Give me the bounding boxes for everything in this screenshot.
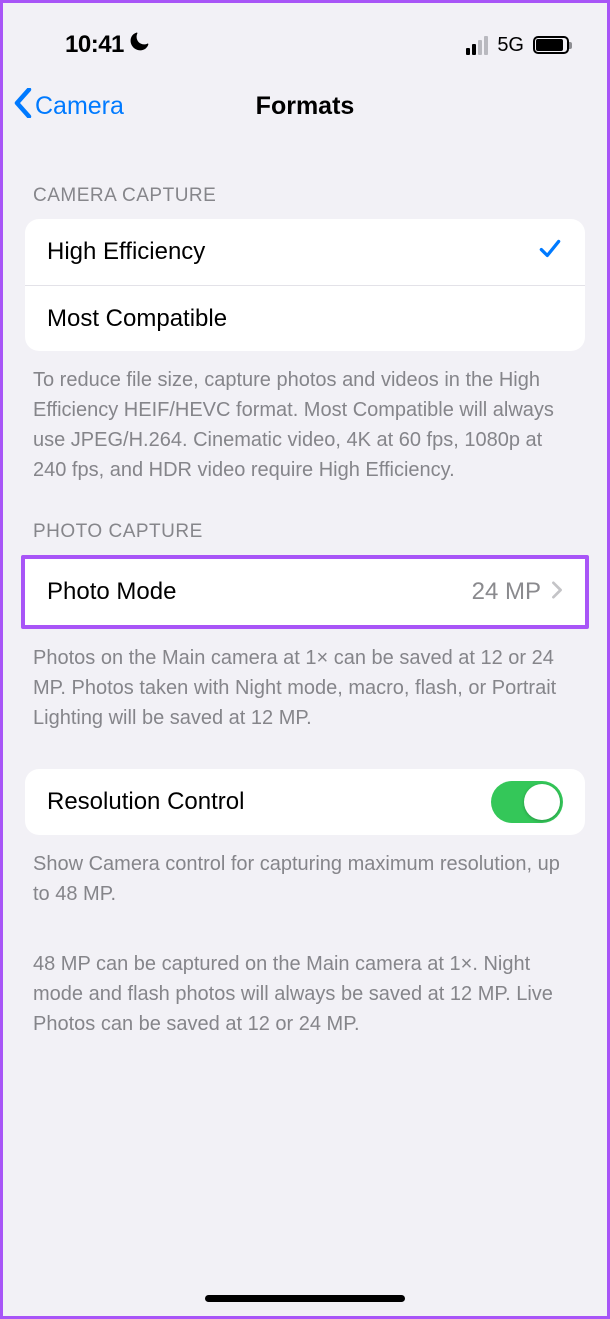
row-photo-mode[interactable]: Photo Mode 24 MP bbox=[25, 559, 585, 625]
photo-mode-label: Photo Mode bbox=[47, 578, 176, 606]
section-header-photo-capture: PHOTO CAPTURE bbox=[25, 485, 585, 555]
chevron-right-icon bbox=[551, 578, 563, 606]
option-label: High Efficiency bbox=[47, 238, 205, 266]
footer-resolution-2: 48 MP can be captured on the Main camera… bbox=[25, 935, 585, 1039]
settings-screen: 10:41 5G Camera Formats CAMERA CAPTURE H… bbox=[3, 3, 607, 1316]
footer-camera-capture: To reduce file size, capture photos and … bbox=[25, 351, 585, 485]
status-time: 10:41 bbox=[65, 31, 124, 59]
status-left: 10:41 bbox=[65, 31, 150, 59]
footer-photo-capture: Photos on the Main camera at 1× can be s… bbox=[25, 629, 585, 733]
group-photo-mode: Photo Mode 24 MP bbox=[25, 559, 585, 625]
option-label: Most Compatible bbox=[47, 305, 227, 333]
status-bar: 10:41 5G bbox=[3, 15, 607, 75]
nav-bar: Camera Formats bbox=[3, 75, 607, 137]
do-not-disturb-icon bbox=[130, 32, 150, 58]
status-right: 5G bbox=[466, 34, 569, 57]
footer-resolution-1: Show Camera control for capturing maximu… bbox=[25, 835, 585, 909]
annotation-highlight: Photo Mode 24 MP bbox=[21, 555, 589, 629]
row-resolution-control[interactable]: Resolution Control bbox=[25, 769, 585, 835]
section-header-camera-capture: CAMERA CAPTURE bbox=[25, 137, 585, 219]
photo-mode-value: 24 MP bbox=[472, 578, 541, 606]
cellular-signal-icon bbox=[466, 36, 488, 55]
resolution-control-label: Resolution Control bbox=[47, 788, 244, 816]
home-indicator[interactable] bbox=[205, 1295, 405, 1302]
toggle-knob bbox=[524, 784, 560, 820]
content: CAMERA CAPTURE High Efficiency Most Comp… bbox=[3, 137, 607, 1316]
option-high-efficiency[interactable]: High Efficiency bbox=[25, 219, 585, 285]
network-type: 5G bbox=[497, 34, 524, 57]
battery-icon bbox=[533, 36, 569, 54]
option-most-compatible[interactable]: Most Compatible bbox=[25, 285, 585, 351]
back-label: Camera bbox=[35, 92, 124, 121]
resolution-control-toggle[interactable] bbox=[491, 781, 563, 823]
checkmark-icon bbox=[537, 236, 563, 269]
group-camera-capture: High Efficiency Most Compatible bbox=[25, 219, 585, 351]
chevron-left-icon bbox=[13, 88, 33, 124]
back-button[interactable]: Camera bbox=[13, 88, 124, 124]
group-resolution-control: Resolution Control bbox=[25, 769, 585, 835]
